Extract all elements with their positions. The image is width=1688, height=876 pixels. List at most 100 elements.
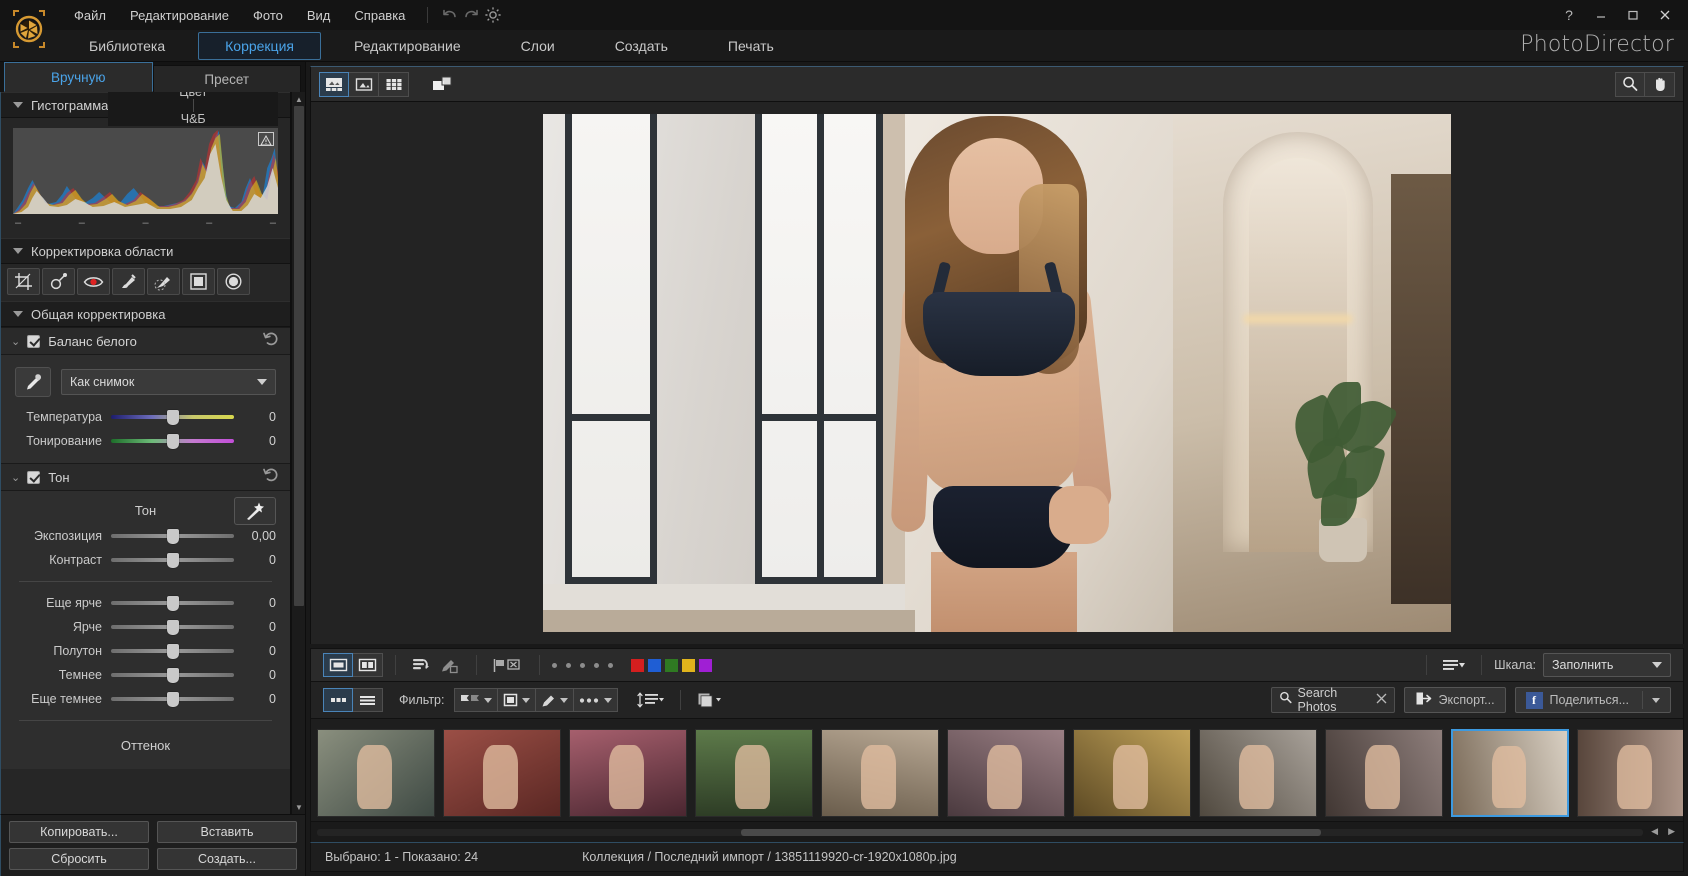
slider-midtone[interactable]: Полутон 0	[1, 639, 290, 663]
flag-reject-icon[interactable]	[489, 658, 527, 673]
collapse-triangle-icon[interactable]	[13, 311, 23, 317]
copy-button[interactable]: Копировать...	[9, 821, 149, 843]
rating-dot[interactable]	[608, 662, 613, 668]
rating-dot[interactable]	[580, 662, 585, 668]
share-button[interactable]: f Поделиться...	[1514, 687, 1671, 713]
tab-print[interactable]: Печать	[701, 32, 801, 60]
compare-photos-icon[interactable]	[425, 72, 459, 97]
create-preset-button[interactable]: Создать...	[157, 848, 297, 870]
tab-layers[interactable]: Слои	[494, 32, 582, 60]
scale-select[interactable]: Заполнить	[1543, 653, 1671, 677]
slider-exposure[interactable]: Экспозиция 0,00	[1, 524, 290, 548]
slider-knob[interactable]	[166, 619, 179, 635]
white-balance-header[interactable]: ⌄ Баланс белого	[1, 327, 290, 355]
menu-help[interactable]: Справка	[342, 4, 417, 27]
chevron-down-icon[interactable]: ⌄	[11, 471, 20, 484]
stack-icon[interactable]	[693, 692, 727, 708]
menu-photo[interactable]: Фото	[241, 4, 295, 27]
view-mode-grid-icon[interactable]	[379, 71, 409, 97]
scrollbar-thumb[interactable]	[741, 829, 1321, 836]
slider-track[interactable]	[111, 527, 234, 545]
magic-wand-icon[interactable]	[234, 497, 276, 525]
slider-contrast[interactable]: Контраст 0	[1, 548, 290, 572]
color-label-swatch[interactable]	[665, 658, 678, 672]
filter-more-icon[interactable]	[574, 688, 619, 712]
collapse-triangle-icon[interactable]	[13, 248, 23, 254]
filmstrip[interactable]	[310, 718, 1684, 822]
filmstrip-thumb-selected[interactable]	[1451, 729, 1569, 817]
chevron-down-icon[interactable]	[1652, 697, 1660, 703]
slider-highlights-plus[interactable]: Еще ярче 0	[1, 591, 290, 615]
slider-temperature[interactable]: Температура 0	[1, 405, 290, 429]
slider-shadows[interactable]: Темнее 0	[1, 663, 290, 687]
brush-icon[interactable]	[112, 268, 145, 295]
maximize-button[interactable]	[1618, 2, 1648, 28]
sort-list-icon[interactable]	[1439, 658, 1469, 673]
rating-dots[interactable]	[552, 662, 613, 668]
rating-dot[interactable]	[566, 662, 571, 668]
menu-view[interactable]: Вид	[295, 4, 343, 27]
slider-track[interactable]	[111, 408, 234, 426]
scrollbar-thumb[interactable]	[294, 106, 304, 606]
reset-icon[interactable]	[263, 468, 280, 486]
menu-edit[interactable]: Редактирование	[118, 4, 241, 27]
white-balance-checkbox[interactable]	[27, 334, 41, 348]
magnifier-icon[interactable]	[1615, 71, 1645, 97]
sort-order-icon[interactable]	[634, 692, 668, 708]
filmstrip-thumbs-icon[interactable]	[323, 688, 353, 712]
filmstrip-thumb[interactable]	[1577, 729, 1683, 817]
eyedropper-icon[interactable]	[15, 367, 51, 397]
histogram-header[interactable]: Гистограмма Цвет Ч&Б	[1, 92, 290, 126]
filmstrip-thumb[interactable]	[1199, 729, 1317, 817]
minimize-button[interactable]	[1586, 2, 1616, 28]
crop-icon[interactable]	[7, 268, 40, 295]
layout-single-icon[interactable]	[323, 653, 353, 677]
tab-library[interactable]: Библиотека	[62, 32, 192, 60]
slider-track[interactable]	[111, 642, 234, 660]
filmstrip-thumb[interactable]	[695, 729, 813, 817]
help-button[interactable]: ?	[1554, 2, 1584, 28]
red-eye-icon[interactable]	[77, 268, 110, 295]
filmstrip-thumb[interactable]	[1325, 729, 1443, 817]
layout-split-icon[interactable]	[353, 653, 383, 677]
slider-track[interactable]	[111, 666, 234, 684]
slider-knob[interactable]	[166, 433, 179, 449]
white-balance-preset-select[interactable]: Как снимок	[61, 369, 276, 395]
photo-viewer[interactable]	[310, 102, 1684, 644]
scroll-up-arrow-icon[interactable]: ▲	[292, 92, 306, 106]
close-button[interactable]	[1650, 2, 1680, 28]
radial-mask-icon[interactable]	[217, 268, 250, 295]
slider-knob[interactable]	[166, 667, 179, 683]
reset-button[interactable]: Сбросить	[9, 848, 149, 870]
slider-tint[interactable]: Тонирование 0	[1, 429, 290, 453]
slider-shadows-plus[interactable]: Еще темнее 0	[1, 687, 290, 711]
filmstrip-thumb[interactable]	[317, 729, 435, 817]
slider-knob[interactable]	[166, 643, 179, 659]
tone-header[interactable]: ⌄ Тон	[1, 463, 290, 491]
slider-highlights[interactable]: Ярче 0	[1, 615, 290, 639]
slider-track[interactable]	[111, 618, 234, 636]
paste-button[interactable]: Вставить	[157, 821, 297, 843]
histogram-plot[interactable]	[13, 128, 278, 214]
gear-icon[interactable]	[482, 5, 504, 25]
filmstrip-thumb[interactable]	[821, 729, 939, 817]
undo-icon[interactable]	[438, 5, 460, 25]
menu-file[interactable]: Файл	[62, 4, 118, 27]
slider-track[interactable]	[111, 551, 234, 569]
filter-rating-icon[interactable]	[498, 688, 537, 712]
reset-icon[interactable]	[263, 332, 280, 350]
filmstrip-thumb[interactable]	[569, 729, 687, 817]
redo-icon[interactable]	[460, 5, 482, 25]
slider-knob[interactable]	[166, 552, 179, 568]
scroll-down-arrow-icon[interactable]: ▼	[292, 800, 306, 814]
clear-icon[interactable]	[1376, 691, 1387, 709]
global-adjust-header[interactable]: Общая корректировка	[1, 301, 290, 327]
color-label-swatch[interactable]	[648, 658, 661, 672]
histogram-bw-toggle[interactable]: Ч&Б	[173, 112, 214, 126]
scroll-right-arrow-icon[interactable]: ▶	[1668, 826, 1675, 837]
scroll-left-arrow-icon[interactable]: ◀	[1651, 826, 1658, 837]
chevron-down-icon[interactable]: ⌄	[11, 335, 20, 348]
filmstrip-scrollbar[interactable]: ◀ ▶	[310, 822, 1684, 842]
slider-knob[interactable]	[166, 691, 179, 707]
export-button[interactable]: Экспорт...	[1403, 687, 1506, 713]
